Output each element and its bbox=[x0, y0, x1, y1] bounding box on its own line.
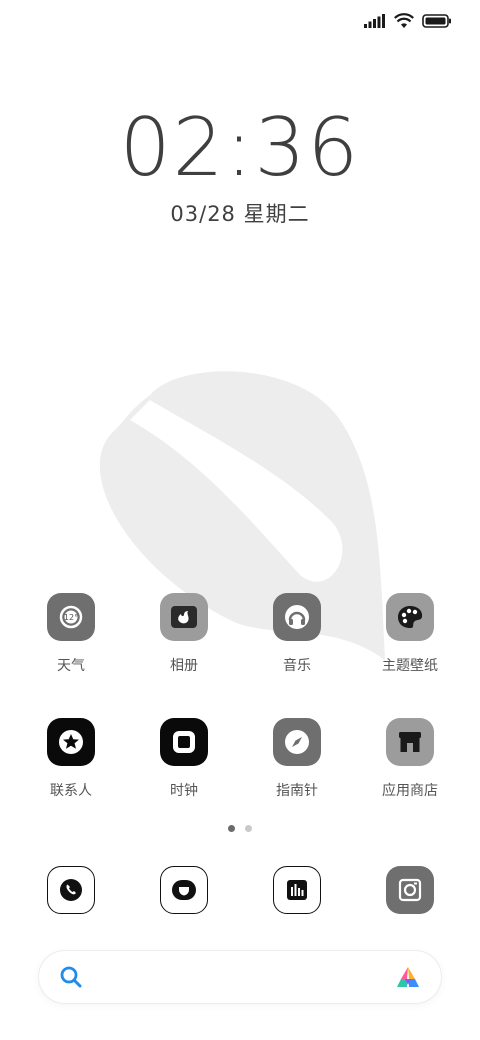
clock-date: 03/28 星期二 bbox=[170, 202, 310, 226]
security-icon bbox=[172, 880, 196, 900]
compass-icon bbox=[273, 718, 321, 766]
app-compass[interactable]: 指南针 bbox=[242, 718, 352, 800]
app-store-icon bbox=[386, 718, 434, 766]
camera-icon bbox=[398, 878, 422, 902]
page-dot-active[interactable] bbox=[228, 825, 235, 832]
app-label: 指南针 bbox=[276, 783, 318, 799]
app-weather[interactable]: 12° 天气 bbox=[16, 593, 126, 675]
wifi-icon bbox=[394, 13, 414, 28]
app-label: 时钟 bbox=[170, 783, 198, 799]
search-bar[interactable] bbox=[38, 950, 442, 1004]
clock-icon bbox=[160, 718, 208, 766]
dock-security[interactable] bbox=[160, 866, 208, 914]
lock-clock-widget[interactable]: 02:36 03/28 星期二 bbox=[0, 100, 480, 228]
app-label: 应用商店 bbox=[382, 783, 438, 799]
weather-icon: 12° bbox=[47, 593, 95, 641]
dock-phone[interactable] bbox=[47, 866, 95, 914]
signal-icon bbox=[364, 14, 385, 28]
app-label: 主题壁纸 bbox=[382, 658, 438, 674]
assistant-logo-icon[interactable] bbox=[395, 965, 421, 989]
music-icon bbox=[273, 593, 321, 641]
app-label: 音乐 bbox=[283, 658, 311, 674]
gallery-icon bbox=[160, 593, 208, 641]
app-label: 相册 bbox=[170, 658, 198, 674]
status-bar bbox=[364, 8, 452, 34]
sound-recorder-icon bbox=[287, 880, 307, 900]
weather-icon-temp: 12° bbox=[64, 613, 78, 622]
app-contacts[interactable]: 联系人 bbox=[16, 718, 126, 800]
page-indicator[interactable] bbox=[0, 825, 480, 832]
battery-icon bbox=[422, 14, 451, 28]
contacts-icon bbox=[47, 718, 95, 766]
themes-icon bbox=[386, 593, 434, 641]
app-label: 天气 bbox=[57, 658, 85, 674]
search-icon bbox=[60, 966, 82, 988]
app-store[interactable]: 应用商店 bbox=[355, 718, 465, 800]
page-dot[interactable] bbox=[245, 825, 252, 832]
phone-icon bbox=[60, 879, 82, 901]
app-themes[interactable]: 主题壁纸 bbox=[355, 593, 465, 675]
clock-time: 02:36 bbox=[119, 101, 361, 194]
dock-camera[interactable] bbox=[386, 866, 434, 914]
app-clock[interactable]: 时钟 bbox=[129, 718, 239, 800]
dock-recorder[interactable] bbox=[273, 866, 321, 914]
app-music[interactable]: 音乐 bbox=[242, 593, 352, 675]
app-gallery[interactable]: 相册 bbox=[129, 593, 239, 675]
app-label: 联系人 bbox=[50, 783, 92, 799]
